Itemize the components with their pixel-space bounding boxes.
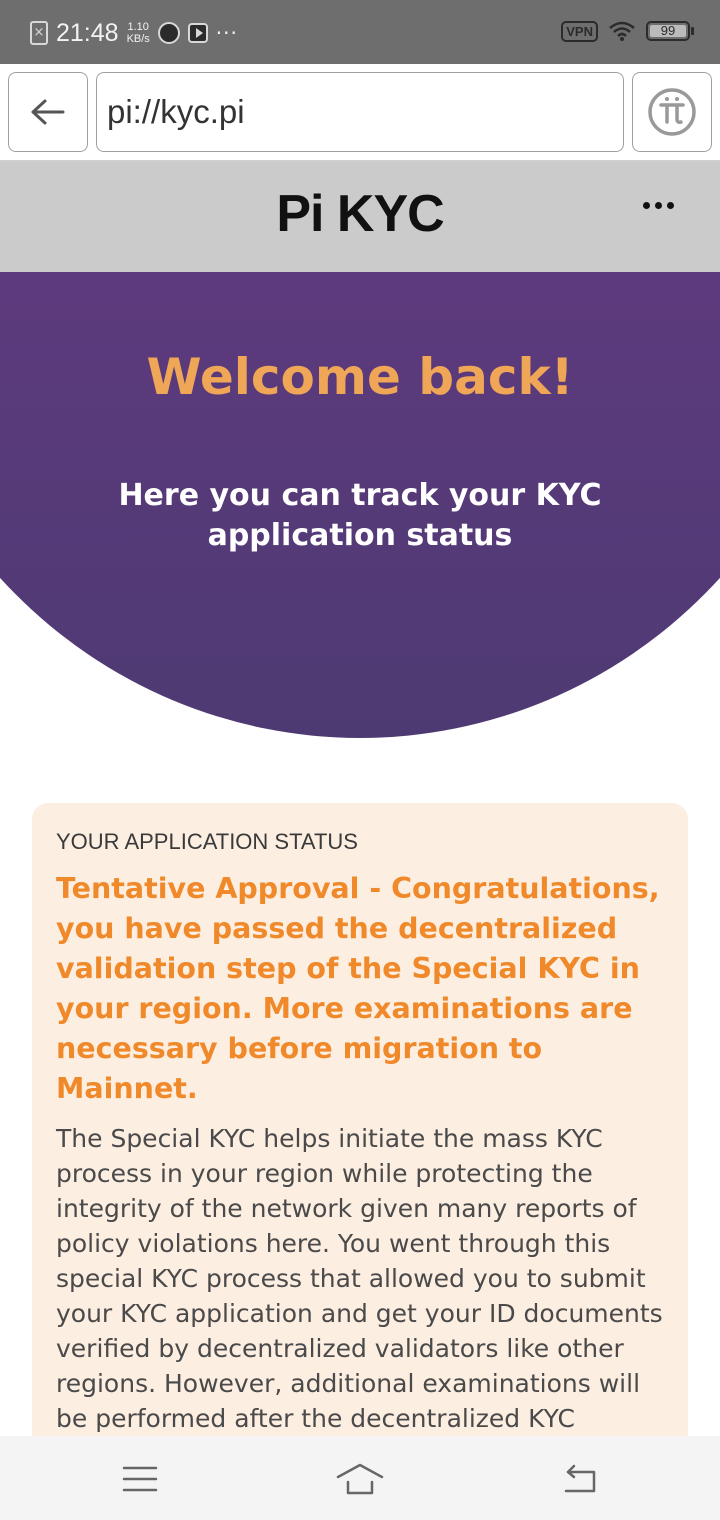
app-header: Pi KYC <box>0 162 720 272</box>
browser-back-button[interactable] <box>8 72 88 152</box>
play-notification-icon <box>187 23 208 43</box>
wifi-icon <box>609 21 635 41</box>
hero-subtitle: Here you can track your KYC application … <box>118 478 602 553</box>
nav-menu-button[interactable] <box>110 1454 170 1504</box>
vpn-icon: VPN <box>561 20 598 42</box>
status-bar: × 21:48 1.10 KB/s ··· VPN 99 <box>0 0 720 64</box>
status-bar-left: × 21:48 1.10 KB/s ··· <box>30 16 238 50</box>
home-icon <box>336 1463 384 1495</box>
more-dots-icon[interactable] <box>643 202 674 209</box>
welcome-heading: Welcome back! <box>146 348 574 406</box>
application-status-card: YOUR APPLICATION STATUS Tentative Approv… <box>32 803 688 1503</box>
nav-home-button[interactable] <box>330 1454 390 1504</box>
pi-logo-icon <box>648 88 696 136</box>
battery-icon: 99 <box>646 21 694 41</box>
nav-back-button[interactable] <box>550 1454 610 1504</box>
network-speed-unit: KB/s <box>126 33 150 45</box>
more-notifications-icon: ··· <box>215 21 238 45</box>
browser-bar: pi://kyc.pi <box>0 64 720 162</box>
status-label: YOUR APPLICATION STATUS <box>56 829 358 854</box>
url-text: pi://kyc.pi <box>107 93 245 130</box>
status-bar-right: VPN 99 <box>561 20 694 42</box>
network-speed-value: 1.10 <box>127 21 149 33</box>
hero-section: Welcome back! Here you can track your KY… <box>0 272 720 742</box>
app-notification-icon <box>157 22 180 44</box>
status-text: Tentative Approval - Congratulations, yo… <box>56 872 660 1105</box>
clock: 21:48 <box>56 18 119 47</box>
network-speed: 1.10 KB/s <box>127 21 150 45</box>
battery-level: 99 <box>660 23 676 38</box>
url-field[interactable]: pi://kyc.pi <box>96 72 624 152</box>
status-description: The Special KYC helps initiate the mass … <box>56 1124 663 1468</box>
arrow-left-icon <box>31 99 65 125</box>
app-title: Pi KYC <box>276 185 444 243</box>
pi-browser-button[interactable] <box>632 72 712 152</box>
back-icon <box>564 1464 596 1493</box>
system-nav-bar <box>0 1436 720 1520</box>
sim-icon: × <box>30 21 48 45</box>
menu-icon <box>122 1466 158 1492</box>
